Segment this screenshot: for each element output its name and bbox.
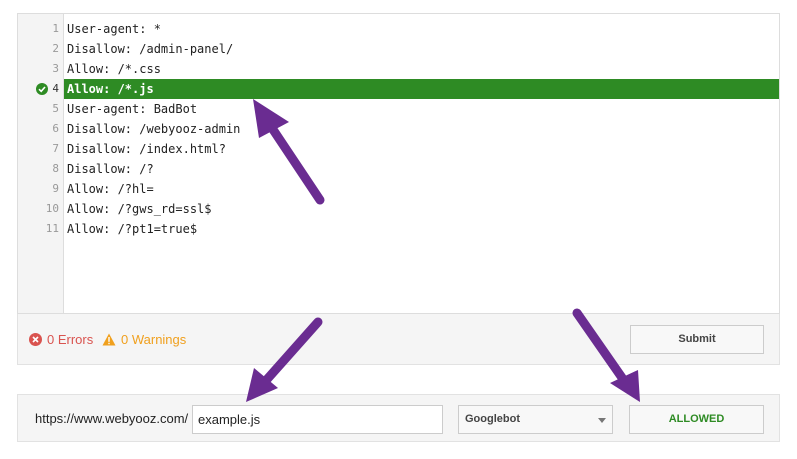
arrow-to-highlighted-line (253, 99, 325, 205)
arrow-to-path-input (246, 317, 323, 402)
annotation-arrows (246, 99, 640, 402)
arrow-to-result (572, 308, 640, 402)
